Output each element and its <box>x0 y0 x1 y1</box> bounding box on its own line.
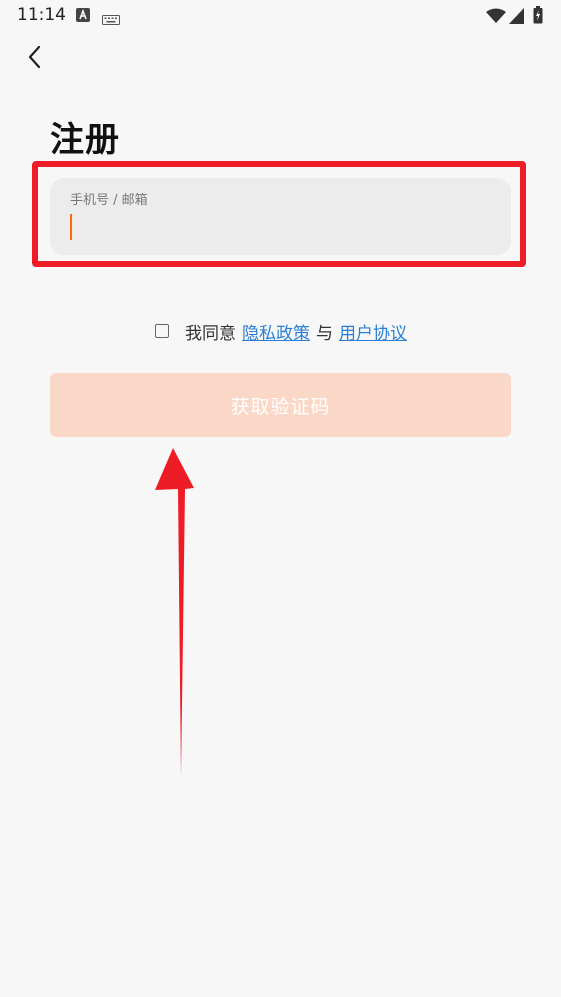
chevron-left-icon <box>28 45 41 69</box>
get-verification-code-button[interactable]: 获取验证码 <box>50 373 511 437</box>
account-input-label: 手机号 / 邮箱 <box>70 193 148 208</box>
battery-icon <box>533 6 543 28</box>
account-input[interactable]: 手机号 / 邮箱 <box>50 178 511 255</box>
status-time: 11:14 <box>17 5 66 25</box>
privacy-policy-link[interactable]: 隐私政策 <box>242 319 310 344</box>
agree-checkbox[interactable] <box>155 324 169 338</box>
keyboard-icon <box>102 10 120 29</box>
agree-prefix-text: 我同意 <box>185 323 236 344</box>
status-bar: 11:14 <box>0 0 561 32</box>
signal-icon <box>509 8 524 28</box>
agree-and-text: 与 <box>316 323 333 344</box>
wifi-icon <box>486 8 506 28</box>
back-button[interactable] <box>18 40 52 74</box>
text-caret <box>70 214 72 240</box>
agreement-row: 我同意 隐私政策 与 用户协议 <box>155 319 413 344</box>
a-notification-icon <box>76 7 90 26</box>
user-agreement-link[interactable]: 用户协议 <box>339 319 407 344</box>
page-title: 注册 <box>50 120 120 160</box>
